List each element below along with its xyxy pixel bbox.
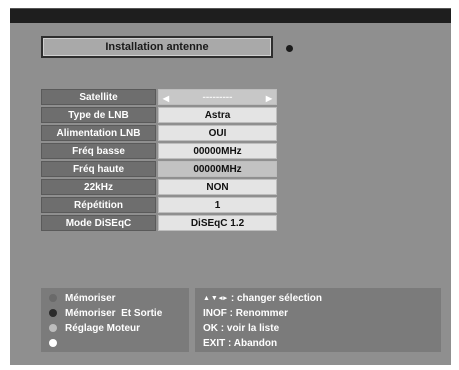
legend-item-reglage-moteur[interactable]: Réglage Moteur: [49, 322, 140, 334]
arrow-right-icon[interactable]: ▶: [264, 90, 274, 106]
page-title-text: Installation antenne: [105, 41, 209, 53]
value-satellite-text: ---------: [202, 91, 233, 103]
label-mode-diseqc: Mode DiSEqC: [41, 215, 156, 231]
value-22khz[interactable]: NON: [158, 179, 277, 195]
top-bar: [10, 9, 451, 23]
value-type-lnb[interactable]: Astra: [158, 107, 277, 123]
arrow-left-icon[interactable]: ◀: [161, 90, 171, 106]
row-freq-haute[interactable]: Fréq haute 00000MHz: [41, 161, 277, 177]
row-freq-basse[interactable]: Fréq basse 00000MHz: [41, 143, 277, 159]
help-line-navigation: ▲▼◂▸ : changer sélection: [203, 292, 322, 304]
row-mode-diseqc[interactable]: Mode DiSEqC DiSEqC 1.2: [41, 215, 277, 231]
navigation-help: ▲▼◂▸ : changer sélection INOF : Renommer…: [195, 288, 441, 352]
red-key-icon: [49, 294, 57, 302]
value-freq-haute[interactable]: 00000MHz: [158, 161, 277, 177]
label-22khz: 22kHz: [41, 179, 156, 195]
legend-label-reglage-moteur: Réglage Moteur: [65, 322, 141, 334]
legend-label-memoriser: Mémoriser: [65, 292, 116, 304]
value-mode-diseqc[interactable]: DiSEqC 1.2: [158, 215, 277, 231]
value-satellite[interactable]: ◀ --------- ▶: [158, 89, 277, 105]
row-alimentation-lnb[interactable]: Alimentation LNB OUI: [41, 125, 277, 141]
help-line-exit: EXIT : Abandon: [203, 337, 278, 349]
green-key-icon: [49, 309, 57, 317]
navigation-arrows-icon: ▲▼◂▸: [203, 295, 228, 302]
tv-screen: Installation antenne Satellite ◀ -------…: [10, 8, 451, 365]
value-freq-basse[interactable]: 00000MHz: [158, 143, 277, 159]
row-type-lnb[interactable]: Type de LNB Astra: [41, 107, 277, 123]
label-freq-basse: Fréq basse: [41, 143, 156, 159]
page-title: Installation antenne: [41, 36, 273, 58]
help-line-rename: INOF : Renommer: [203, 307, 289, 319]
legend-item-blue[interactable]: [49, 337, 65, 349]
help-line-list: OK : voir la liste: [203, 322, 280, 334]
label-repetition: Répétition: [41, 197, 156, 213]
yellow-key-icon: [49, 324, 57, 332]
label-type-lnb: Type de LNB: [41, 107, 156, 123]
legend-item-memoriser[interactable]: Mémoriser: [49, 292, 116, 304]
row-22khz[interactable]: 22kHz NON: [41, 179, 277, 195]
label-alimentation-lnb: Alimentation LNB: [41, 125, 156, 141]
value-repetition[interactable]: 1: [158, 197, 277, 213]
help-text-navigation: : changer sélection: [230, 292, 323, 304]
row-satellite[interactable]: Satellite ◀ --------- ▶: [41, 89, 277, 105]
label-freq-haute: Fréq haute: [41, 161, 156, 177]
color-key-legend: Mémoriser Mémoriser Et Sortie Réglage Mo…: [41, 288, 189, 352]
legend-item-memoriser-sortie[interactable]: Mémoriser Et Sortie: [49, 307, 162, 319]
blue-key-icon: [49, 339, 57, 347]
legend-label-memoriser-sortie: Mémoriser Et Sortie: [65, 307, 163, 319]
title-indicator-dot: [286, 45, 293, 52]
row-repetition[interactable]: Répétition 1: [41, 197, 277, 213]
label-satellite: Satellite: [41, 89, 156, 105]
value-alimentation-lnb[interactable]: OUI: [158, 125, 277, 141]
